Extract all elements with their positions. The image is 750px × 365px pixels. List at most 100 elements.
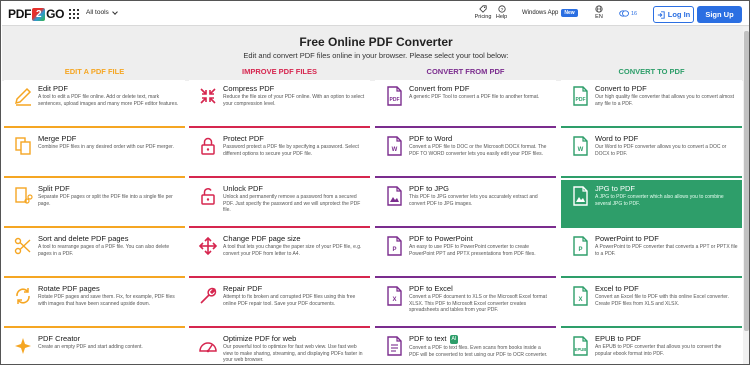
tool-card-title-text: Rotate PDF pages [38,284,100,293]
svg-text:PDF: PDF [390,97,400,103]
new-badge: New [561,9,578,17]
language-selector[interactable]: EN [592,5,606,20]
tool-card-unlock-pdf[interactable]: Unlock PDF Unlock and permanently remove … [189,180,370,228]
tool-card-description: Separate PDF pages or split the PDF file… [38,194,173,207]
tool-card-pdf-creator[interactable]: PDF Creator Create an empty PDF and start… [4,330,185,364]
tool-card-description: Reduce the file size of your PDF online.… [223,94,365,107]
tool-card-description: Rotate PDF pages and save them. Fix, for… [38,294,175,307]
tool-card-description: Our powerful tool to optimize for fast w… [223,344,363,363]
tool-card-title: PDF Creator [38,334,181,343]
svg-text:EPUB: EPUB [575,347,587,352]
logo-text-2: 2 [32,7,46,21]
word-file-icon: W [387,136,402,156]
tool-card-description: Combine PDF files in any desired order w… [38,144,174,150]
tool-card-convert-from-pdf[interactable]: PDF Convert from PDF A generic PDF Tool to… [375,80,556,128]
pdf2go-logo[interactable]: PDF 2 GO [8,6,64,22]
tool-card-epub-to-pdf[interactable]: EPUB EPUB to PDF An EPUB to PDF converter … [561,330,742,364]
tool-card-change-pdf-page-size[interactable]: Change PDF page size A tool that lets you… [189,230,370,278]
tool-card-description: Our high quality file converter that all… [595,94,734,107]
tool-card-pdf-to-jpg[interactable]: PDF to JPG This PDF to JPG converter lets… [375,180,556,228]
svg-text:W: W [392,147,398,153]
language-label: EN [595,14,603,20]
tool-card-title: PDF to PowerPoint [409,234,552,243]
tool-card-title: Convert to PDF [595,84,738,93]
tool-card-title-text: Compress PDF [223,84,275,93]
coins-icon [619,10,629,17]
tool-card-title-text: Edit PDF [38,84,69,93]
tool-card-pdf-to-excel[interactable]: X PDF to Excel Convert a PDF document to X… [375,280,556,328]
tool-card-description: A tool to edit a PDF file online. Add or… [38,94,179,107]
tool-card-title-text: JPG to PDF [595,184,636,193]
tool-card-title-text: Optimize PDF for web [223,334,297,343]
tool-card-title-text: Change PDF page size [223,234,301,243]
tool-card-title: PDF to Excel [409,284,552,293]
apps-grid-icon[interactable] [69,9,79,19]
signup-button[interactable]: Sign Up [697,6,742,23]
svg-text:X: X [578,297,582,303]
unlock-icon [201,188,215,205]
tool-card-compress-pdf[interactable]: Compress PDF Reduce the file size of your… [189,80,370,128]
windows-app-link[interactable]: Windows App New [522,9,578,17]
tool-card-description: Convert a PDF to text files. Even scans … [409,345,548,358]
browser-frame: PDF 2 GO All tools Pricing ? Help Window… [0,0,750,365]
tool-card-title: Rotate PDF pages [38,284,181,293]
move-arrows-icon [198,236,218,256]
pricing-link[interactable]: Pricing [473,5,493,20]
tool-card-title: EPUB to PDF [595,334,738,343]
tool-card-title: Unlock PDF [223,184,366,193]
ppt-file-icon: P [387,236,402,256]
merge-files-icon [15,137,31,155]
tool-card-merge-pdf[interactable]: Merge PDF Combine PDF files in any desire… [4,130,185,178]
signup-label: Sign Up [705,10,734,19]
speedometer-icon [199,342,217,353]
tool-card-pdf-to-powerpoint[interactable]: P PDF to PowerPoint An easy to use PDF to … [375,230,556,278]
tool-card-protect-pdf[interactable]: Protect PDF Password protect a PDF file b… [189,130,370,178]
tool-card-excel-to-pdf[interactable]: X Excel to PDF Convert an Excel file to PD… [561,280,742,328]
help-label: Help [495,14,508,20]
tool-card-description: An EPUB to PDF converter that allows you… [595,344,722,357]
tool-card-title-text: Word to PDF [595,134,639,143]
tool-card-title: Optimize PDF for web [223,334,366,343]
column-convert-from-pdf: PDF Convert from PDF A generic PDF Tool to… [375,80,556,364]
tool-card-description: An easy to use PDF to PowerPoint convert… [409,244,536,257]
tool-card-word-to-pdf[interactable]: W Word to PDF Our Word to PDF converter al… [561,130,742,178]
globe-icon [595,5,603,13]
pricing-label: Pricing [474,14,492,20]
tool-card-title: Convert from PDF [409,84,552,93]
tool-card-powerpoint-to-pdf[interactable]: P PowerPoint to PDF A PowerPoint to PDF co… [561,230,742,278]
login-button[interactable]: Log In [653,6,694,23]
tool-card-optimize-pdf-for-web[interactable]: Optimize PDF for web Our powerful tool to… [189,330,370,364]
tool-card-edit-pdf[interactable]: Edit PDF A tool to edit a PDF file online… [4,80,185,128]
tool-card-sort-and-delete-pdf-pages[interactable]: Sort and delete PDF pages A tool to rearr… [4,230,185,278]
help-link[interactable]: ? Help [494,5,509,20]
all-tools-dropdown[interactable]: All tools [86,8,118,16]
text-file-icon [387,336,402,356]
svg-text:W: W [578,147,584,153]
tool-card-repair-pdf[interactable]: Repair PDF Attempt to fix broken and corr… [189,280,370,328]
tool-card-pdf-to-text[interactable]: PDF to text AI Convert a PDF to text files… [375,330,556,364]
svg-text:P: P [392,247,396,253]
tool-card-jpg-to-pdf[interactable]: JPG to PDF A JPG to PDF converter which a… [561,180,742,228]
tool-card-split-pdf[interactable]: Split PDF Separate PDF pages or split the… [4,180,185,228]
tool-card-convert-to-pdf[interactable]: PDF Convert to PDF Our high quality file c… [561,80,742,128]
tool-card-title: Change PDF page size [223,234,366,243]
tool-card-rotate-pdf-pages[interactable]: Rotate PDF pages Rotate PDF pages and sav… [4,280,185,328]
pdf-file-icon: PDF [387,86,402,106]
svg-text:X: X [392,297,396,303]
sparkle-icon [15,338,31,354]
svg-text:PDF: PDF [576,97,586,103]
tool-card-title-text: Convert to PDF [595,84,647,93]
credits-counter[interactable]: 16 [619,10,637,17]
column-convert-to-pdf: PDF Convert to PDF Our high quality file c… [561,80,742,364]
tool-card-title: PDF to text AI [409,334,552,344]
tool-card-description: Unlock and permanently remove a password… [223,194,361,213]
tool-card-description: A generic PDF Tool to convert a PDF file… [409,94,540,100]
wrench-icon [200,287,217,304]
tool-card-title-text: PDF to text [409,334,447,343]
chevron-down-icon [111,8,118,15]
tool-card-title-text: PDF to PowerPoint [409,234,473,243]
scrollbar-thumb[interactable] [744,31,749,331]
column-improve-pdf: Compress PDF Reduce the file size of your… [189,80,370,364]
tool-card-title: Excel to PDF [595,284,738,293]
tool-card-pdf-to-word[interactable]: W PDF to Word Convert a PDF file to DOC or… [375,130,556,178]
